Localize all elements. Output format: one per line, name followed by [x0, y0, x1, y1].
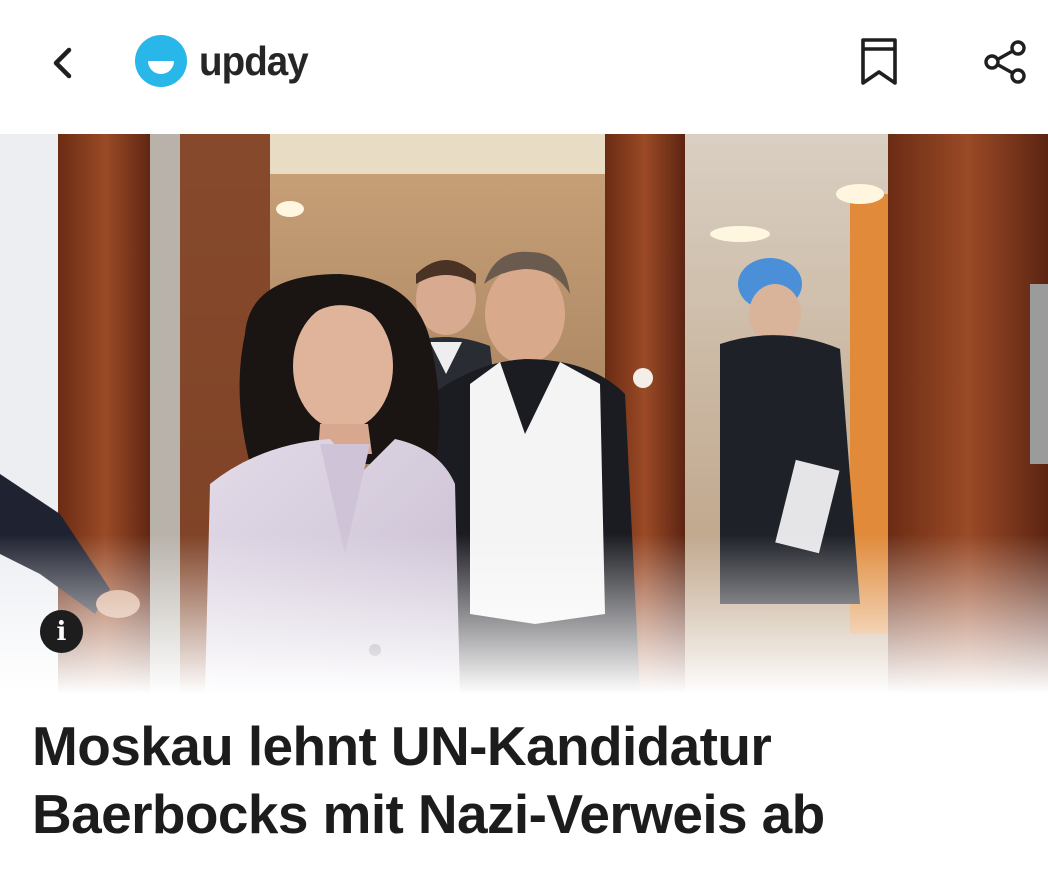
back-button[interactable] — [38, 38, 88, 88]
bookmark-icon — [861, 38, 897, 85]
info-icon: i — [56, 617, 67, 647]
bookmark-button[interactable] — [854, 33, 904, 91]
upday-logo: upday — [134, 33, 315, 89]
article-photo — [0, 134, 1048, 694]
share-button[interactable] — [978, 36, 1032, 88]
hero-image[interactable]: i — [0, 134, 1048, 694]
upday-logo-icon — [135, 35, 187, 87]
app-bar: upday — [0, 0, 1048, 134]
share-icon — [984, 40, 1026, 84]
chevron-left-icon — [53, 47, 72, 79]
brand-name: upday — [199, 37, 309, 84]
article-headline[interactable]: Moskau lehnt UN-Kandidatur Baerbocks mit… — [32, 712, 1022, 848]
image-info-button[interactable]: i — [40, 610, 83, 653]
